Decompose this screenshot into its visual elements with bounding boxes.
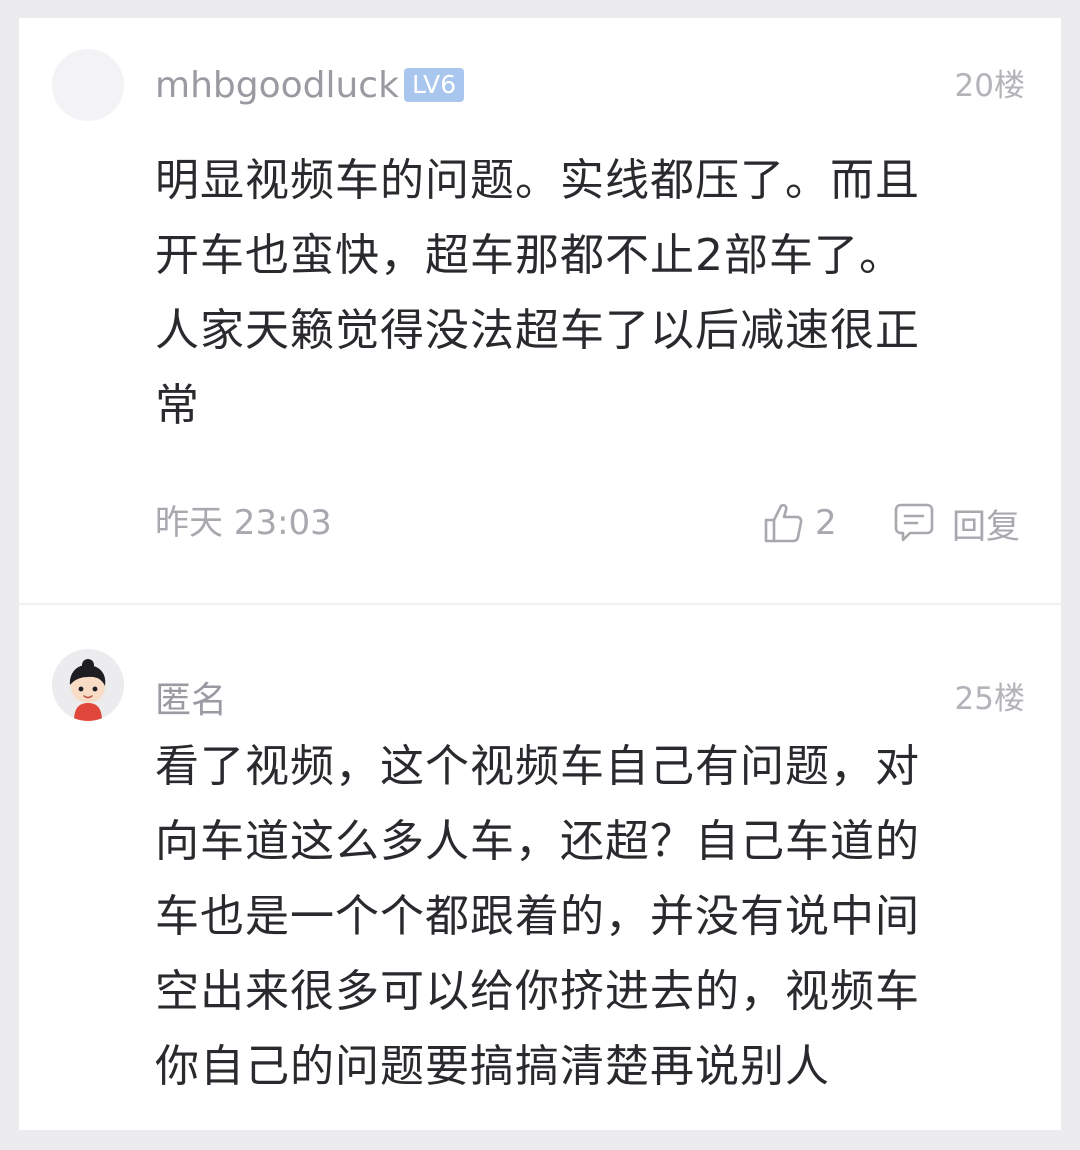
comment-item: 匿名 25楼 看了视频，这个视频车自己有问题，对 向车道这么多人车，还超？自己车… [19, 605, 1061, 1130]
comment-line: 你自己的问题要搞搞清楚再说别人 [155, 1041, 830, 1092]
timestamp: 昨天 23:03 [155, 503, 332, 543]
floor-number: 25楼 [954, 681, 1025, 717]
anonymous-avatar-icon [52, 649, 124, 721]
comment-line: 车也是一个个都跟着的，并没有说中间 [155, 891, 920, 942]
comment-line: 空出来很多可以给你挤进去的，视频车 [155, 966, 920, 1017]
like-count: 2 [815, 503, 837, 543]
comment-bubble-icon [894, 503, 934, 542]
comment-text: 看了视频，这个视频车自己有问题，对 向车道这么多人车，还超？自己车道的 车也是一… [155, 729, 995, 1104]
comment-text: 明显视频车的问题。实线都压了。而且 开车也蛮快，超车那都不止2部车了。 人家天籁… [155, 143, 995, 443]
username[interactable]: 匿名 [155, 679, 227, 723]
comment-line: 开车也蛮快，超车那都不止2部车了。 [155, 230, 904, 281]
comment-item: mhbgoodluck LV6 20楼 明显视频车的问题。实线都压了。而且 开车… [19, 18, 1061, 603]
comment-list: mhbgoodluck LV6 20楼 明显视频车的问题。实线都压了。而且 开车… [19, 18, 1061, 1130]
comment-line: 明显视频车的问题。实线都压了。而且 [155, 155, 920, 206]
avatar[interactable] [52, 49, 124, 121]
username[interactable]: mhbgoodluck [155, 64, 399, 108]
reply-button[interactable]: 回复 [892, 500, 1020, 547]
comment-line: 常 [155, 380, 200, 431]
level-badge: LV6 [404, 68, 465, 102]
floor-number: 20楼 [954, 68, 1025, 104]
reply-label: 回复 [952, 506, 1020, 547]
comment-line: 人家天籁觉得没法超车了以后减速很正 [155, 305, 920, 356]
comment-line: 看了视频，这个视频车自己有问题，对 [155, 741, 920, 792]
comment-line: 向车道这么多人车，还超？自己车道的 [155, 816, 920, 867]
avatar[interactable] [52, 649, 124, 721]
like-button[interactable]: 2 [763, 500, 837, 546]
thumbs-up-icon [764, 503, 803, 543]
